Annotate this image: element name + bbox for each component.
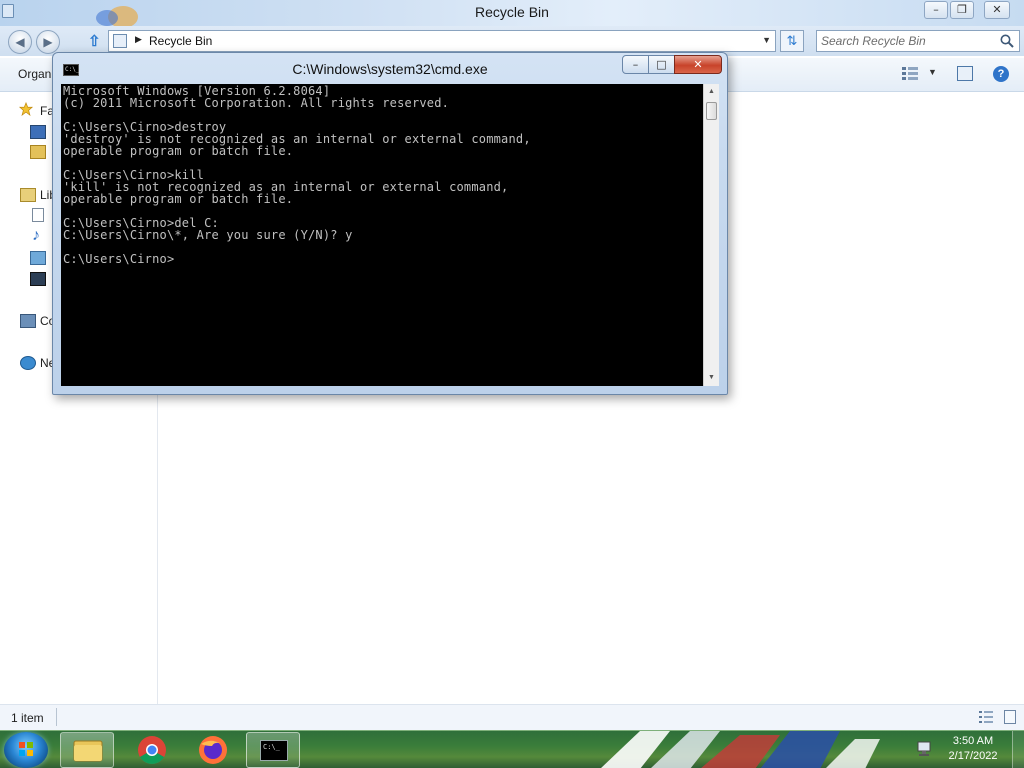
- start-button[interactable]: [4, 732, 48, 768]
- search-box[interactable]: [816, 30, 1020, 52]
- network-icon: [20, 356, 36, 370]
- cmd-window-controls: – □ ✕: [622, 55, 726, 74]
- cmd-window: C:\_ C:\Windows\system32\cmd.exe – □ ✕ M…: [52, 52, 728, 395]
- explorer-title: Recycle Bin: [475, 4, 549, 20]
- explorer-titlebar[interactable]: Recycle Bin – ❐ ✕: [0, 0, 1024, 28]
- chevron-down-icon[interactable]: ▼: [928, 67, 937, 77]
- show-desktop-button[interactable]: [1012, 731, 1024, 768]
- refresh-button[interactable]: ⇅: [780, 30, 804, 52]
- taskbar: C:\_ 3:50 AM 2/17/2022: [0, 730, 1024, 768]
- chrome-icon: [138, 736, 166, 764]
- pictures-icon[interactable]: [30, 251, 46, 265]
- computer-icon: [20, 314, 36, 328]
- console-line: operable program or batch file.: [63, 144, 294, 158]
- taskbar-firefox-button[interactable]: [186, 732, 240, 768]
- console-line: (c) 2011 Microsoft Corporation. All righ…: [63, 96, 450, 110]
- breadcrumb-arrow-icon[interactable]: ▶: [135, 34, 142, 45]
- large-icons-view-icon[interactable]: [1004, 710, 1016, 724]
- network-tray-icon[interactable]: [915, 740, 933, 758]
- scroll-up-icon[interactable]: ▲: [704, 84, 719, 100]
- search-input[interactable]: [821, 33, 991, 49]
- downloads-folder-icon[interactable]: [30, 145, 46, 159]
- libraries-icon: [20, 188, 36, 202]
- minimize-button[interactable]: –: [924, 1, 948, 19]
- wallpaper-fragment: [601, 731, 880, 768]
- breadcrumb[interactable]: Recycle Bin: [149, 34, 212, 48]
- clock-date: 2/17/2022: [948, 750, 998, 762]
- up-arrow-icon[interactable]: ⇧: [88, 32, 104, 50]
- change-view-icon[interactable]: [902, 67, 918, 81]
- console-line: operable program or batch file.: [63, 192, 294, 206]
- maximize-button[interactable]: ❐: [950, 1, 974, 19]
- console-line: C:\Users\Cirno>: [63, 252, 175, 266]
- windows-logo-icon: [19, 742, 33, 756]
- cmd-taskbar-icon: C:\_: [260, 740, 288, 761]
- music-icon[interactable]: ♪: [32, 227, 40, 245]
- address-bar[interactable]: ▶ Recycle Bin ▼: [108, 30, 776, 52]
- taskbar-cmd-button[interactable]: C:\_: [246, 732, 300, 768]
- recycle-bin-icon: [113, 34, 127, 48]
- status-divider: [56, 708, 57, 726]
- organize-button[interactable]: Organ: [18, 67, 51, 81]
- console-line: C:\Users\Cirno\*, Are you sure (Y/N)? y: [63, 228, 353, 242]
- chevron-down-icon[interactable]: ▼: [762, 35, 771, 45]
- videos-icon[interactable]: [30, 272, 46, 286]
- forward-button[interactable]: ▶: [36, 30, 60, 54]
- star-icon: [18, 102, 34, 116]
- scroll-thumb[interactable]: [706, 102, 717, 120]
- documents-icon[interactable]: [32, 208, 44, 222]
- cmd-close-button[interactable]: ✕: [674, 55, 722, 74]
- folder-icon: [73, 740, 103, 762]
- help-icon[interactable]: ?: [993, 66, 1009, 82]
- cmd-minimize-button[interactable]: –: [622, 55, 649, 74]
- cmd-maximize-button[interactable]: □: [648, 55, 675, 74]
- firefox-icon: [199, 736, 227, 764]
- item-count: 1 item: [11, 711, 44, 725]
- cmd-scrollbar[interactable]: ▲ ▼: [703, 84, 719, 386]
- details-view-icon[interactable]: [979, 711, 993, 723]
- cmd-console[interactable]: Microsoft Windows [Version 6.2.8064] (c) …: [61, 84, 703, 386]
- back-button[interactable]: ◀: [8, 30, 32, 54]
- status-bar: 1 item: [0, 704, 1024, 730]
- desktop-icon[interactable]: [30, 125, 46, 139]
- scroll-down-icon[interactable]: ▼: [704, 370, 719, 386]
- search-icon[interactable]: [999, 33, 1015, 49]
- close-button[interactable]: ✕: [984, 1, 1010, 19]
- taskbar-explorer-button[interactable]: [60, 732, 114, 768]
- preview-pane-icon[interactable]: [957, 66, 973, 81]
- clock[interactable]: 3:50 AM 2/17/2022: [942, 734, 1004, 764]
- clock-time: 3:50 AM: [952, 735, 994, 747]
- console-output: Microsoft Windows [Version 6.2.8064] (c) …: [63, 85, 531, 265]
- taskbar-chrome-button[interactable]: [124, 732, 178, 768]
